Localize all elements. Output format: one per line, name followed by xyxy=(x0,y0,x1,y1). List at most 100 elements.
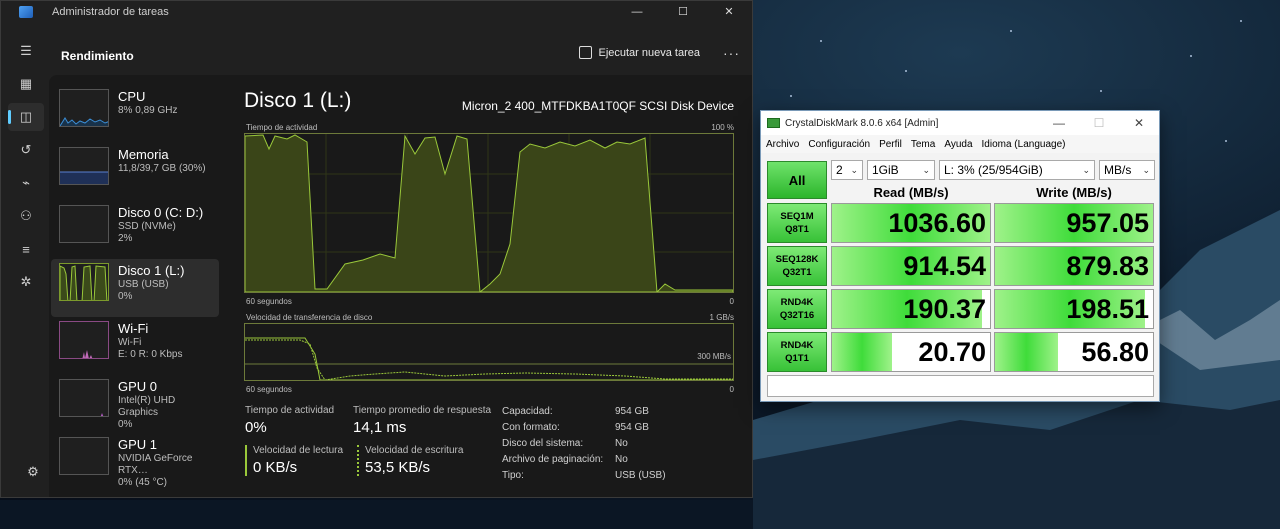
menu-tema[interactable]: Tema xyxy=(911,139,935,150)
menu-ayuda[interactable]: Ayuda xyxy=(944,139,972,150)
perf-item-wifi[interactable]: Wi-Fi Wi-Fi E: 0 R: 0 Kbps xyxy=(51,317,219,375)
response-time-value: 14,1 ms xyxy=(353,419,407,436)
cdm-close-button[interactable]: ✕ xyxy=(1119,111,1159,135)
result-value: 190.37 xyxy=(903,294,986,324)
performance-icon[interactable]: ◫ xyxy=(8,103,44,131)
prop-key: Archivo de paginación: xyxy=(502,454,604,465)
window-controls: — ☐ ✕ xyxy=(614,1,752,23)
cdm-minimize-button[interactable]: — xyxy=(1039,111,1079,135)
wifi-thumbnail-graph xyxy=(59,321,109,359)
transfer-graph-min: 0 xyxy=(729,385,734,394)
test-name: RND4K xyxy=(780,297,814,308)
all-button[interactable]: All xyxy=(767,161,827,199)
seq1m-write-result: 957.05 xyxy=(994,203,1154,243)
perf-name: Wi-Fi xyxy=(118,321,149,336)
rnd4k-q32t16-read-result: 190.37 xyxy=(831,289,991,329)
settings-icon[interactable]: ⚙ xyxy=(15,458,51,486)
perf-item-memory[interactable]: Memoria 11,8/39,7 GB (30%) xyxy=(51,143,219,201)
services-icon[interactable]: ✲ xyxy=(8,268,44,296)
active-time-stat: Tiempo de actividad 0% xyxy=(245,405,334,436)
test-name: RND4K xyxy=(780,340,814,351)
disk-properties-keys: Capacidad: Con formato: Disco del sistem… xyxy=(502,404,603,484)
disk0-thumbnail-graph xyxy=(59,205,109,243)
read-speed-label: Velocidad de lectura xyxy=(253,445,344,456)
menu-archivo[interactable]: Archivo xyxy=(766,139,799,150)
result-bar xyxy=(832,333,893,371)
prop-value: USB (USB) xyxy=(615,470,666,481)
run-new-task-button[interactable]: Ejecutar nueva tarea xyxy=(579,46,700,59)
processes-icon[interactable]: ▦ xyxy=(8,70,44,98)
perf-line2: 2% xyxy=(118,233,133,244)
perf-line1: USB (USB) xyxy=(118,279,169,290)
run-task-label: Ejecutar nueva tarea xyxy=(598,46,700,59)
perf-name: CPU xyxy=(118,89,146,104)
menu-idioma[interactable]: Idioma (Language) xyxy=(982,139,1066,150)
users-icon[interactable]: ⚇ xyxy=(8,202,44,230)
perf-name: Memoria xyxy=(118,147,169,162)
startup-icon[interactable]: ⌁ xyxy=(8,169,44,197)
drive-select[interactable]: L: 3% (25/954GiB) ⌄ xyxy=(939,160,1095,180)
memory-thumbnail-graph xyxy=(59,147,109,185)
menu-icon[interactable]: ☰ xyxy=(8,37,44,65)
result-value: 1036.60 xyxy=(888,208,986,238)
perf-item-gpu1[interactable]: GPU 1 NVIDIA GeForce RTX… 0% (45 °C) xyxy=(51,433,219,491)
prop-key: Capacidad: xyxy=(502,406,553,417)
perf-item-cpu[interactable]: CPU 8% 0,89 GHz xyxy=(51,85,219,143)
crystaldiskmark-window: CrystalDiskMark 8.0.6 x64 [Admin] — ☐ ✕ … xyxy=(760,110,1160,402)
perf-item-disk1[interactable]: Disco 1 (L:) USB (USB) 0% xyxy=(51,259,219,317)
test-seq128k-button[interactable]: SEQ128K Q32T1 xyxy=(767,246,827,286)
disk1-thumbnail-graph xyxy=(59,263,109,301)
seq128k-write-result: 879.83 xyxy=(994,246,1154,286)
prop-value: No xyxy=(615,438,628,449)
prop-value: 954 GB xyxy=(615,406,649,417)
cdm-window-title: CrystalDiskMark 8.0.6 x64 [Admin] xyxy=(785,117,939,129)
rnd4k-q1t1-read-result: 20.70 xyxy=(831,332,991,372)
maximize-button[interactable]: ☐ xyxy=(660,1,706,23)
perf-item-gpu0[interactable]: GPU 0 Intel(R) UHD Graphics 0% xyxy=(51,375,219,433)
history-icon[interactable]: ↺ xyxy=(8,136,44,164)
response-time-stat: Tiempo promedio de respuesta 14,1 ms xyxy=(353,405,491,436)
perf-line1: 8% 0,89 GHz xyxy=(118,105,178,116)
drive-value: L: 3% (25/954GiB) xyxy=(944,163,1043,177)
menu-configuracion[interactable]: Configuración xyxy=(808,139,870,150)
rnd4k-q32t16-write-result: 198.51 xyxy=(994,289,1154,329)
test-seq1m-button[interactable]: SEQ1M Q8T1 xyxy=(767,203,827,243)
comment-field[interactable] xyxy=(767,375,1154,397)
disk-detail-panel: Disco 1 (L:) Micron_2 400_MTFDKBA1T0QF S… xyxy=(244,75,734,495)
count-select[interactable]: 2 ⌄ xyxy=(831,160,863,180)
result-value: 198.51 xyxy=(1066,294,1149,324)
details-icon[interactable]: ≡ xyxy=(8,235,44,263)
perf-item-disk0[interactable]: Disco 0 (C: D:) SSD (NVMe) 2% xyxy=(51,201,219,259)
size-select[interactable]: 1GiB ⌄ xyxy=(867,160,935,180)
chevron-down-icon: ⌄ xyxy=(850,164,858,175)
unit-select[interactable]: MB/s ⌄ xyxy=(1099,160,1155,180)
task-manager-window: Administrador de tareas — ☐ ✕ ☰ ▦ ◫ ↺ ⌁ … xyxy=(0,0,753,498)
active-time-label: Tiempo de actividad xyxy=(245,405,335,416)
unit-value: MB/s xyxy=(1104,163,1132,177)
test-queue: Q32T16 xyxy=(779,310,815,321)
result-value: 914.54 xyxy=(903,251,986,281)
more-options-button[interactable]: ··· xyxy=(723,45,740,61)
minimize-button[interactable]: — xyxy=(614,1,660,23)
read-speed-value: 0 KB/s xyxy=(253,459,298,476)
write-speed-stat: Velocidad de escritura 53,5 KB/s xyxy=(357,445,463,476)
perf-name: GPU 0 xyxy=(118,379,158,394)
test-rnd4k-q32t16-button[interactable]: RND4K Q32T16 xyxy=(767,289,827,329)
chevron-down-icon: ⌄ xyxy=(1082,164,1090,175)
close-button[interactable]: ✕ xyxy=(706,1,752,23)
cdm-menu-bar: Archivo Configuración Perfil Tema Ayuda … xyxy=(761,135,1159,153)
perf-name: Disco 1 (L:) xyxy=(118,263,185,278)
cdm-maximize-button[interactable]: ☐ xyxy=(1079,111,1119,135)
chevron-down-icon: ⌄ xyxy=(1142,164,1150,175)
navigation-rail: ☰ ▦ ◫ ↺ ⌁ ⚇ ≡ ✲ ⚙ xyxy=(1,37,49,497)
page-title: Rendimiento xyxy=(61,49,134,63)
result-value: 56.80 xyxy=(1081,337,1149,367)
active-time-graph xyxy=(244,133,734,294)
result-value: 20.70 xyxy=(918,337,986,367)
gpu0-thumbnail-graph xyxy=(59,379,109,417)
rnd4k-q1t1-write-result: 56.80 xyxy=(994,332,1154,372)
test-rnd4k-q1t1-button[interactable]: RND4K Q1T1 xyxy=(767,332,827,372)
detail-title: Disco 1 (L:) xyxy=(244,89,352,112)
perf-name: Disco 0 (C: D:) xyxy=(118,205,204,220)
menu-perfil[interactable]: Perfil xyxy=(879,139,902,150)
